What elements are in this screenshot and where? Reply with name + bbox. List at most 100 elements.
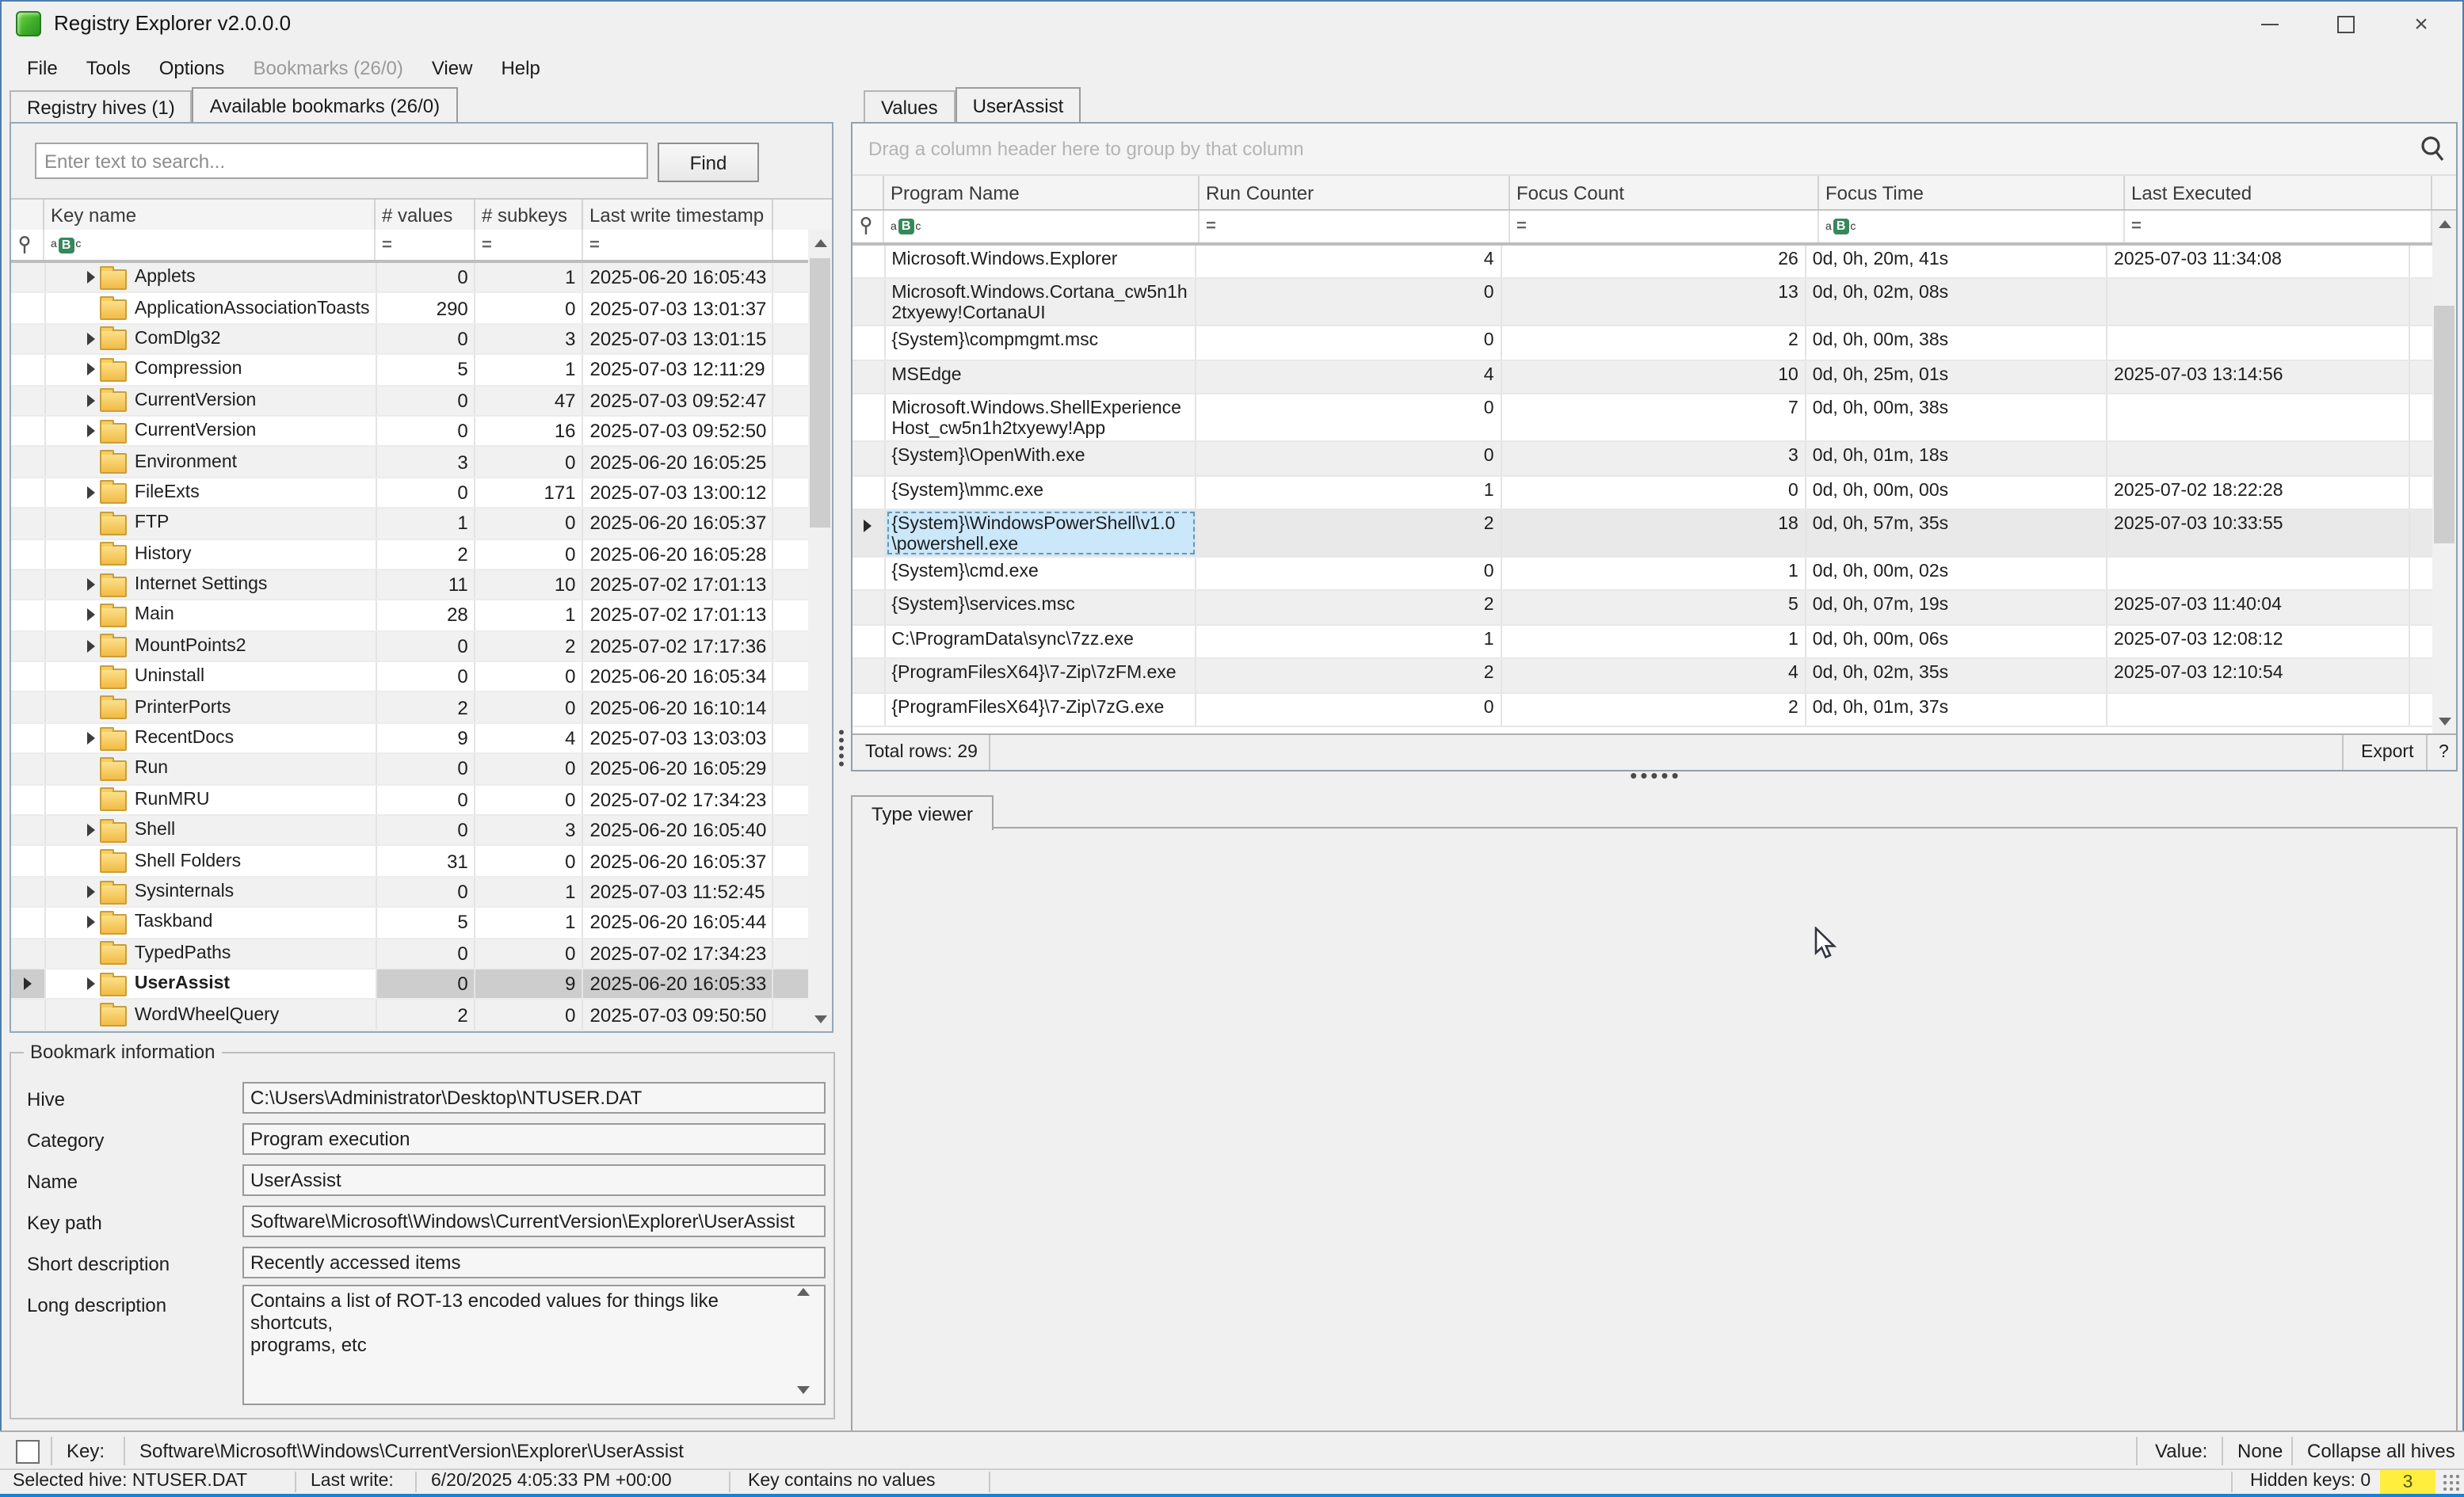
grid-scrollbar[interactable] — [2432, 211, 2456, 733]
short-description-field[interactable]: Recently accessed items — [242, 1247, 826, 1278]
long-desc-scroll-down-icon[interactable] — [797, 1386, 810, 1394]
tab-values[interactable]: Values — [864, 90, 955, 122]
grid-row[interactable]: MSEdge4100d, 0h, 25m, 01s2025-07-03 13:1… — [852, 361, 2434, 395]
tree-scroll-up-icon[interactable] — [808, 230, 832, 255]
menu-bookmarks[interactable]: Bookmarks (26/0) — [238, 56, 417, 78]
maximize-button[interactable] — [2309, 0, 2382, 48]
tree-row[interactable]: CurrentVersion0472025-07-03 09:52:47 — [11, 386, 808, 417]
grid-filter-run[interactable]: = — [1200, 211, 1510, 242]
grid-filter-focus-time[interactable]: aBc — [1819, 211, 2125, 242]
export-button[interactable]: Export — [2361, 743, 2414, 762]
tab-available-bookmarks[interactable]: Available bookmarks (26/0) — [193, 87, 457, 122]
tree-row[interactable]: Compression512025-07-03 12:11:29 — [11, 355, 808, 386]
tree-header-subkeys[interactable]: # subkeys — [475, 200, 583, 230]
tree-row[interactable]: Shell Folders3102025-06-20 16:05:37 — [11, 847, 808, 878]
tab-type-viewer[interactable]: Type viewer — [851, 795, 994, 830]
key-name-cell[interactable]: Environment — [46, 448, 376, 477]
search-input[interactable] — [35, 143, 648, 179]
tree-row[interactable]: FileExts01712025-07-03 13:00:12 — [11, 478, 808, 509]
program-name-cell[interactable]: {System}\WindowsPowerShell\v1.0\powershe… — [885, 510, 1196, 556]
key-name-cell[interactable]: Run — [46, 755, 376, 784]
key-name-cell[interactable]: ComDlg32 — [46, 325, 376, 354]
grid-row[interactable]: Microsoft.Windows.ShellExperienceHost_cw… — [852, 394, 2434, 442]
grid-row[interactable]: {System}\services.msc250d, 0h, 07m, 19s2… — [852, 592, 2434, 626]
long-desc-scroll-up-icon[interactable] — [797, 1288, 810, 1296]
key-name-cell[interactable]: Shell — [46, 816, 376, 845]
key-name-cell[interactable]: CurrentVersion — [46, 417, 376, 446]
grid-row[interactable]: {System}\compmgmt.msc020d, 0h, 00m, 38s — [852, 327, 2434, 361]
hive-field[interactable]: C:\Users\Administrator\Desktop\NTUSER.DA… — [242, 1082, 826, 1114]
program-name-cell[interactable]: {System}\cmd.exe — [885, 558, 1196, 590]
expand-arrow-icon[interactable] — [87, 609, 95, 622]
grid-header-run[interactable]: Run Counter — [1200, 176, 1510, 209]
grid-header-last-executed[interactable]: Last Executed — [2125, 176, 2432, 209]
program-name-cell[interactable]: {ProgramFilesX64}\7-Zip\7zFM.exe — [885, 659, 1196, 691]
category-field[interactable]: Program execution — [242, 1123, 826, 1155]
key-name-cell[interactable]: Taskband — [46, 908, 376, 937]
expand-arrow-icon[interactable] — [87, 333, 95, 345]
tree-scroll-thumb[interactable] — [810, 258, 830, 528]
grid-filter-last-executed[interactable]: = — [2125, 211, 2432, 242]
key-name-cell[interactable]: Compression — [46, 355, 376, 384]
expand-arrow-icon[interactable] — [87, 394, 95, 407]
grid-header-focus-count[interactable]: Focus Count — [1510, 176, 1819, 209]
tree-row[interactable]: RunMRU002025-07-02 17:34:23 — [11, 785, 808, 816]
tree-header-lastwrite[interactable]: Last write timestamp — [583, 200, 773, 230]
tree-row[interactable]: CurrentVersion0162025-07-03 09:52:50 — [11, 417, 808, 448]
program-name-cell[interactable]: Microsoft.Windows.ShellExperienceHost_cw… — [885, 394, 1196, 440]
minimize-button[interactable] — [2233, 0, 2306, 48]
tree-row[interactable]: PrinterPorts202025-06-20 16:10:14 — [11, 693, 808, 724]
key-name-cell[interactable]: Uninstall — [46, 662, 376, 691]
menu-file[interactable]: File — [13, 56, 72, 78]
key-name-cell[interactable]: RecentDocs — [46, 724, 376, 753]
tree-row[interactable]: TypedPaths002025-07-02 17:34:23 — [11, 939, 808, 969]
grid-header-focus-time[interactable]: Focus Time — [1819, 176, 2125, 209]
tree-header-keyname[interactable]: Key name — [44, 200, 376, 230]
grid-scroll-down-icon[interactable] — [2432, 708, 2456, 733]
search-magnifier-icon[interactable] — [2418, 135, 2447, 168]
grid-row[interactable]: {System}\OpenWith.exe030d, 0h, 01m, 18s — [852, 442, 2434, 476]
close-button[interactable]: × — [2385, 0, 2458, 48]
expand-arrow-icon[interactable] — [87, 916, 95, 929]
tree-row[interactable]: Main2812025-07-02 17:01:13 — [11, 601, 808, 632]
expand-arrow-icon[interactable] — [87, 886, 95, 898]
expand-arrow-icon[interactable] — [87, 486, 95, 499]
key-path-field[interactable]: Software\Microsoft\Windows\CurrentVersio… — [242, 1206, 826, 1237]
expand-arrow-icon[interactable] — [87, 425, 95, 437]
collapse-all-hives-button[interactable]: Collapse all hives — [2307, 1440, 2455, 1462]
tree-filter-lastwrite[interactable]: = — [583, 230, 773, 260]
grid-row[interactable]: {System}\cmd.exe010d, 0h, 00m, 02s — [852, 558, 2434, 592]
program-name-cell[interactable]: {System}\services.msc — [885, 592, 1196, 624]
tree-row[interactable]: History202025-06-20 16:05:28 — [11, 539, 808, 570]
tree-row[interactable]: Taskband512025-06-20 16:05:44 — [11, 908, 808, 939]
tree-row[interactable]: Internet Settings11102025-07-02 17:01:13 — [11, 570, 808, 601]
tab-userassist[interactable]: UserAssist — [955, 87, 1081, 122]
menu-tools[interactable]: Tools — [72, 56, 145, 78]
grid-row[interactable]: {System}\WindowsPowerShell\v1.0\powershe… — [852, 510, 2434, 558]
key-name-cell[interactable]: UserAssist — [46, 969, 376, 999]
key-name-cell[interactable]: ApplicationAssociationToasts — [46, 294, 376, 323]
grid-header-program[interactable]: Program Name — [884, 176, 1200, 209]
expand-arrow-icon[interactable] — [87, 364, 95, 376]
program-name-cell[interactable]: C:\ProgramData\sync\7zz.exe — [885, 625, 1196, 657]
menu-options[interactable]: Options — [145, 56, 239, 78]
key-name-cell[interactable]: RunMRU — [46, 785, 376, 814]
program-name-cell[interactable]: {System}\mmc.exe — [885, 476, 1196, 509]
expand-arrow-icon[interactable] — [87, 732, 95, 745]
find-button[interactable]: Find — [658, 143, 759, 182]
key-name-cell[interactable]: FileExts — [46, 478, 376, 507]
menu-view[interactable]: View — [418, 56, 487, 78]
tree-row[interactable]: Sysinternals012025-07-03 11:52:45 — [11, 878, 808, 908]
key-name-cell[interactable]: WordWheelQuery — [46, 1000, 376, 1030]
horizontal-splitter-handle[interactable]: ••••• — [1592, 770, 1719, 783]
grid-scroll-thumb[interactable] — [2434, 306, 2454, 543]
program-name-cell[interactable]: MSEdge — [885, 361, 1196, 394]
grid-filter-focus-count[interactable]: = — [1510, 211, 1819, 242]
tree-header-values[interactable]: # values — [376, 200, 475, 230]
tree-row[interactable]: Run002025-06-20 16:05:29 — [11, 755, 808, 786]
key-name-cell[interactable]: Shell Folders — [46, 847, 376, 876]
expand-arrow-icon[interactable] — [87, 824, 95, 836]
key-name-cell[interactable]: CurrentVersion — [46, 386, 376, 415]
vertical-splitter-handle[interactable]: ••••• — [835, 730, 848, 770]
key-name-cell[interactable]: TypedPaths — [46, 939, 376, 968]
